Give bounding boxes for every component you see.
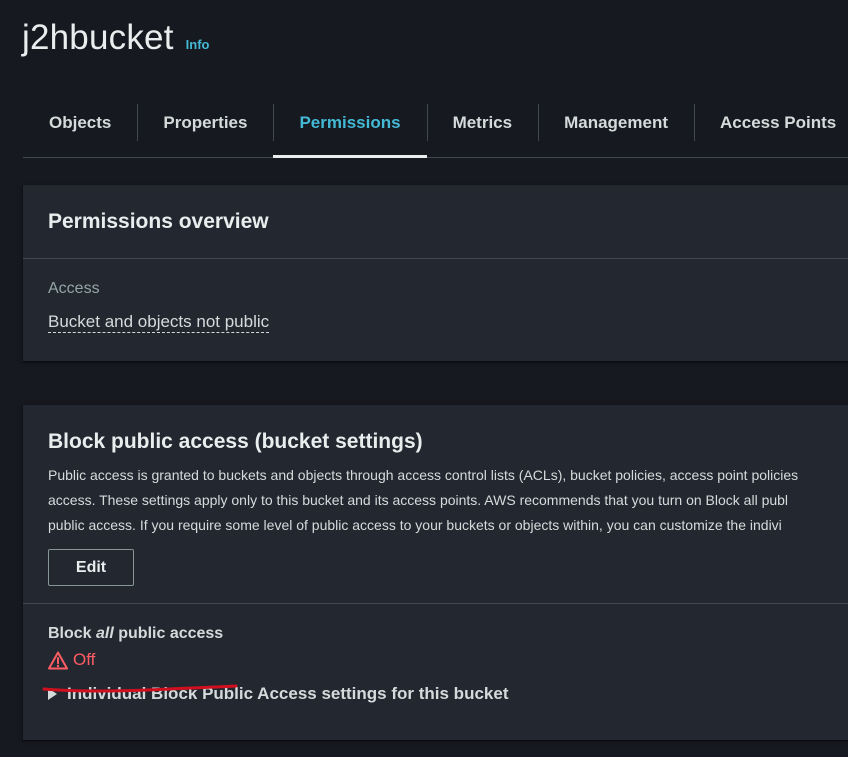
tab-metrics[interactable]: Metrics (426, 88, 539, 157)
block-all-suffix: public access (113, 625, 224, 642)
permissions-overview-panel: Permissions overview Access Bucket and o… (23, 185, 848, 361)
access-label: Access (48, 280, 100, 297)
panel-divider (23, 603, 848, 604)
tab-bar: Objects Properties Permissions Metrics M… (23, 88, 848, 158)
block-all-emphasis: all (96, 625, 114, 642)
panel-divider (23, 258, 848, 259)
tab-access-points[interactable]: Access Points (694, 88, 848, 157)
individual-settings-expander[interactable]: Individual Block Public Access settings … (48, 684, 508, 704)
page-header: j2hbucket Info (22, 14, 209, 62)
tab-properties[interactable]: Properties (137, 88, 273, 157)
expander-label: Individual Block Public Access settings … (67, 684, 509, 703)
status-indicator: Off (48, 650, 95, 670)
tab-permissions[interactable]: Permissions (273, 88, 427, 158)
tab-objects[interactable]: Objects (23, 88, 137, 157)
block-public-access-title: Block public access (bucket settings) (48, 430, 423, 453)
access-value[interactable]: Bucket and objects not public (48, 312, 270, 333)
block-all-public-access-label: Block all public access (48, 625, 223, 643)
description-line: access. These settings apply only to thi… (48, 492, 789, 508)
status-text: Off (73, 650, 96, 669)
page-title: j2hbucket (22, 18, 174, 57)
block-public-access-description: Public access is granted to buckets and … (48, 463, 848, 538)
description-line: public access. If you require some level… (48, 517, 782, 533)
tab-management[interactable]: Management (538, 88, 694, 157)
description-line: Public access is granted to buckets and … (48, 467, 799, 483)
block-all-prefix: Block (48, 625, 97, 642)
block-public-access-panel: Block public access (bucket settings) Pu… (23, 405, 848, 740)
info-link[interactable]: Info (186, 37, 210, 52)
warning-icon (48, 651, 68, 670)
permissions-overview-title: Permissions overview (48, 210, 269, 233)
caret-right-icon (48, 688, 57, 700)
edit-button[interactable]: Edit (48, 549, 134, 586)
